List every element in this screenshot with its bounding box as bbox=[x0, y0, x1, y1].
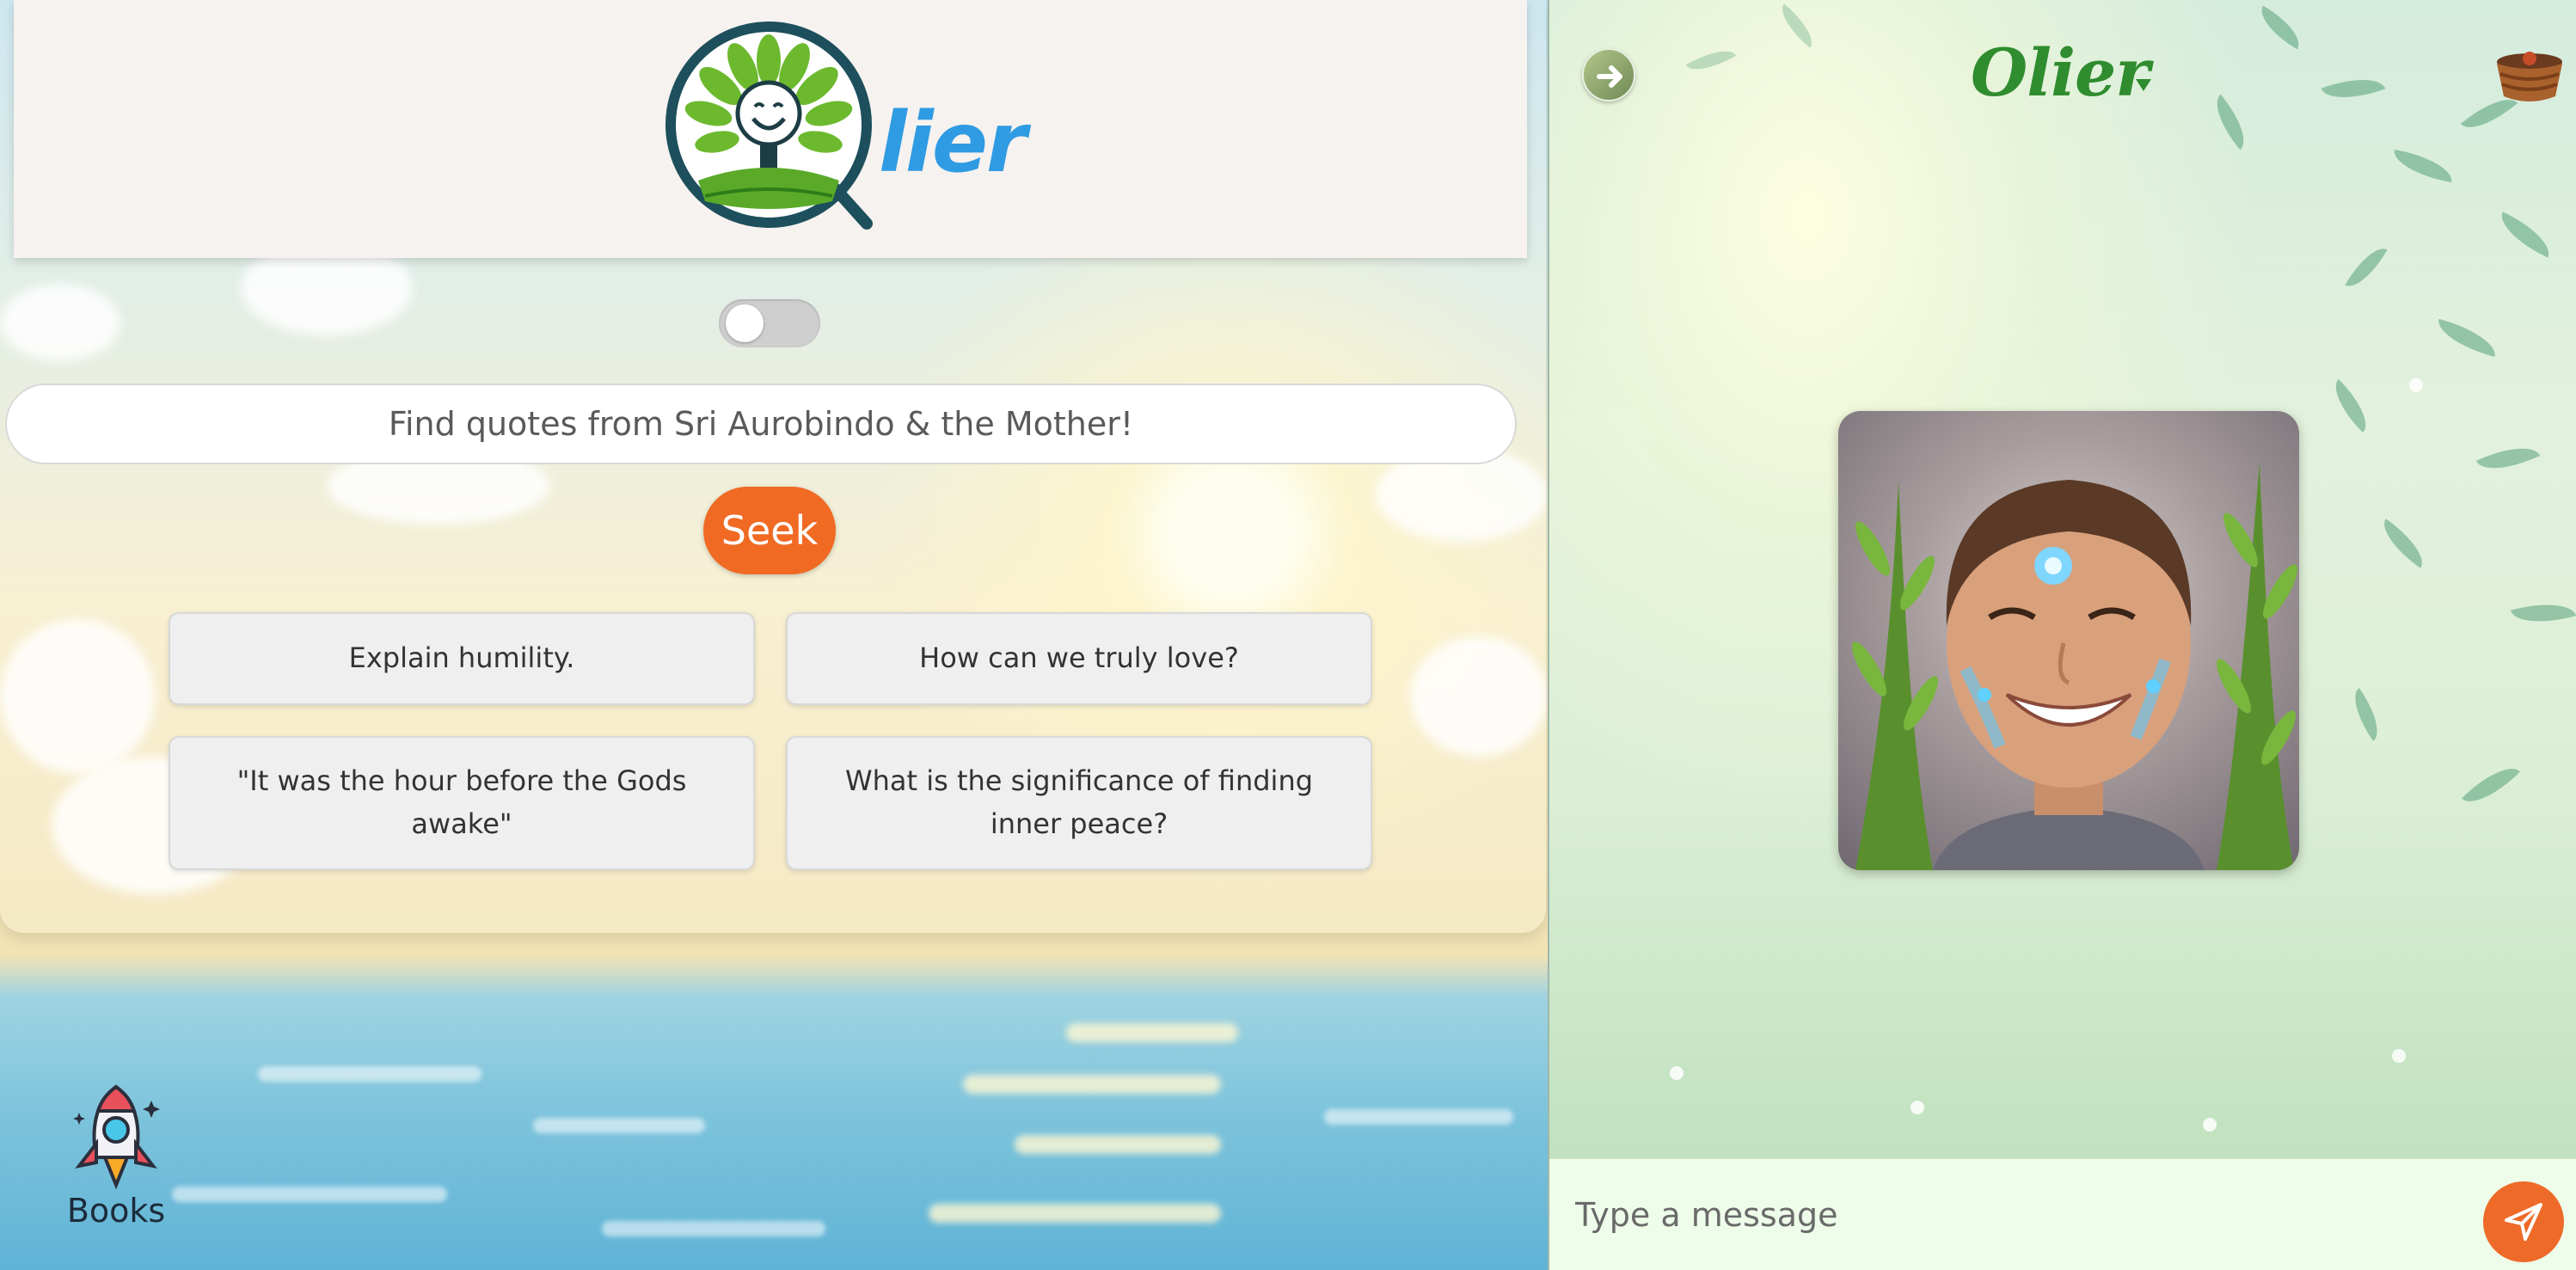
suggestion-chip[interactable]: How can we truly love? bbox=[786, 612, 1372, 705]
olier-logo: lier bbox=[664, 17, 1027, 232]
bot-avatar bbox=[1838, 411, 2299, 870]
arrow-right-icon bbox=[1597, 65, 1622, 88]
search-pane: lier Seek Explain humility. How can we t… bbox=[0, 0, 1548, 1270]
bot-name[interactable]: Olier bbox=[1971, 34, 2150, 111]
avatar-portrait bbox=[1852, 463, 2297, 870]
chevron-down-icon[interactable] bbox=[2136, 79, 2151, 91]
message-composer bbox=[1549, 1157, 2576, 1270]
basket-icon[interactable] bbox=[2492, 45, 2567, 107]
suggestion-chip[interactable]: What is the significance of finding inne… bbox=[786, 736, 1372, 870]
seek-button[interactable]: Seek bbox=[703, 487, 836, 574]
books-link[interactable]: Books bbox=[60, 1083, 172, 1238]
tree-face-logo-icon bbox=[665, 21, 873, 230]
suggestion-chip[interactable]: "It was the hour before the Gods awake" bbox=[169, 736, 755, 870]
mode-toggle[interactable] bbox=[719, 299, 820, 347]
search-input[interactable] bbox=[5, 383, 1517, 464]
logo-banner: lier bbox=[14, 0, 1527, 258]
books-label: Books bbox=[66, 1192, 166, 1230]
chat-pane: Olier bbox=[1548, 0, 2576, 1270]
logo-wordmark: lier bbox=[879, 95, 1027, 191]
send-button[interactable] bbox=[2483, 1181, 2564, 1262]
back-button[interactable] bbox=[1582, 48, 1635, 101]
message-input[interactable] bbox=[1575, 1178, 2435, 1252]
send-icon bbox=[2505, 1203, 2542, 1241]
toggle-knob[interactable] bbox=[726, 304, 764, 342]
search-card: lier Seek Explain humility. How can we t… bbox=[0, 0, 1546, 933]
suggestion-chip[interactable]: Explain humility. bbox=[169, 612, 755, 705]
rocket-icon bbox=[73, 1084, 160, 1190]
